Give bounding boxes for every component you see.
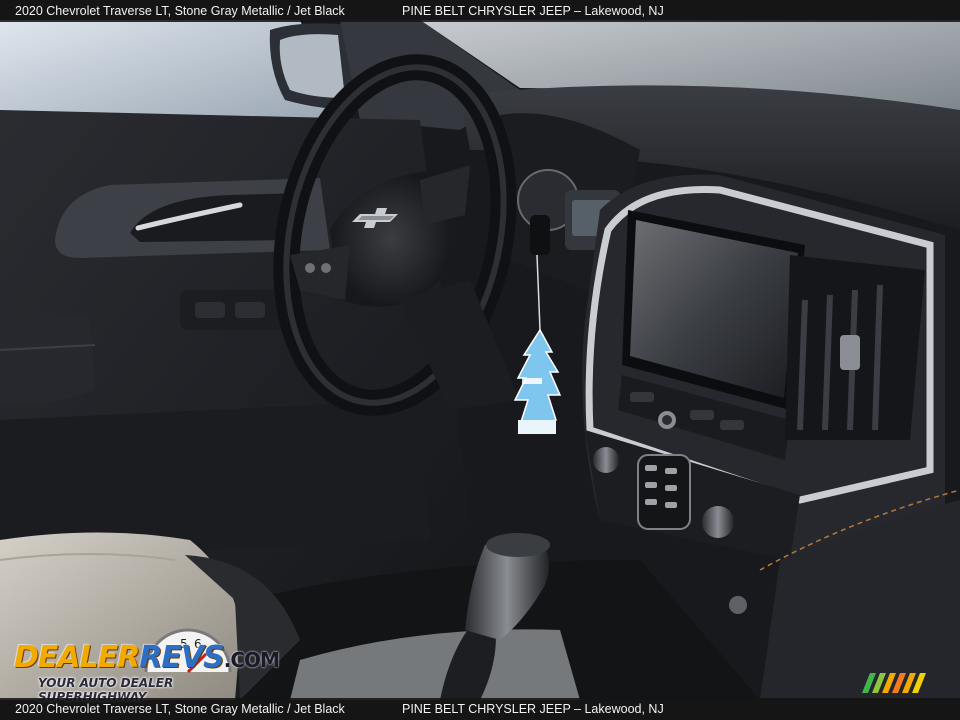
dealerrevs-watermark: 4 5 6 7 DEALERREVS.COM YOUR AUTO DEALER … bbox=[12, 624, 280, 704]
photo-frame: 2020 Chevrolet Traverse LT, Stone Gray M… bbox=[0, 0, 960, 720]
dealer-caption-bottom: PINE BELT CHRYSLER JEEP – Lakewood, NJ bbox=[402, 702, 664, 716]
badge-stripes-icon bbox=[862, 673, 926, 693]
caption-bar-bottom: 2020 Chevrolet Traverse LT, Stone Gray M… bbox=[0, 698, 960, 720]
caption-bar-top: 2020 Chevrolet Traverse LT, Stone Gray M… bbox=[0, 0, 960, 22]
car-interior-photo bbox=[0, 0, 960, 720]
vehicle-caption: 2020 Chevrolet Traverse LT, Stone Gray M… bbox=[15, 4, 345, 18]
vehicle-caption-bottom: 2020 Chevrolet Traverse LT, Stone Gray M… bbox=[15, 702, 345, 716]
dealer-caption: PINE BELT CHRYSLER JEEP – Lakewood, NJ bbox=[402, 4, 664, 18]
watermark-logo: DEALERREVS.COM bbox=[14, 640, 280, 675]
